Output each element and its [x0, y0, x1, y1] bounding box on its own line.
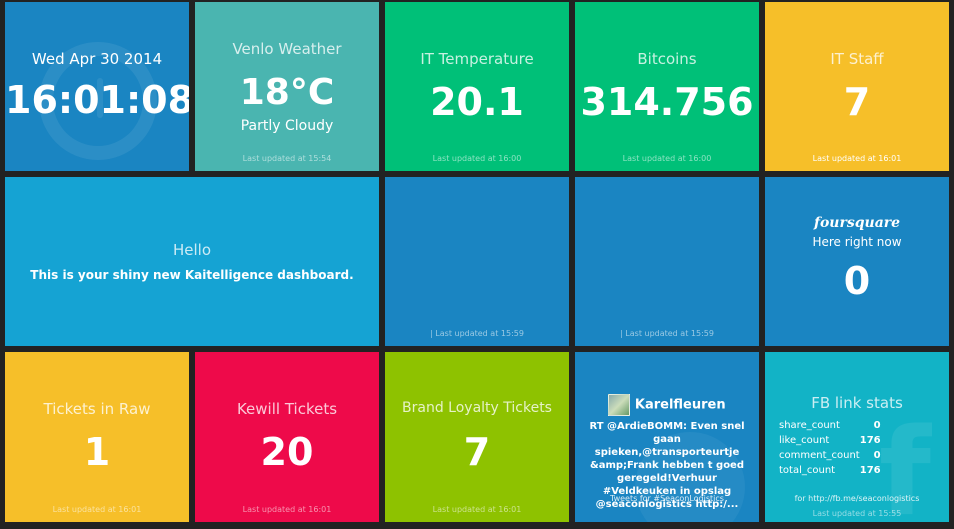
- twitter-footer: Tweets for #SeaconLogistics: [610, 494, 724, 503]
- table-row: comment_count 0: [779, 448, 881, 463]
- foursquare-subtitle: Here right now: [812, 235, 902, 249]
- fb-stat-value: 0: [873, 420, 881, 431]
- brand-loyalty-updated: Last updated at 16:01: [432, 505, 522, 514]
- it-staff-tile: IT Staff 7 Last updated at 16:01: [765, 2, 949, 171]
- table-row: share_count 0: [779, 418, 881, 433]
- foursquare-tile: foursquare Here right now 0: [765, 177, 949, 346]
- bitcoins-title: Bitcoins: [637, 50, 697, 68]
- blank-tile-2: | Last updated at 15:59: [575, 177, 759, 346]
- it-temperature-updated: Last updated at 16:00: [432, 154, 522, 163]
- weather-tile: Venlo Weather 18°C Partly Cloudy Last up…: [195, 2, 379, 171]
- it-temperature-tile: IT Temperature 20.1 Last updated at 16:0…: [385, 2, 569, 171]
- bitcoins-tile: Bitcoins 314.756 Last updated at 16:00: [575, 2, 759, 171]
- brand-loyalty-tile: Brand Loyalty Tickets 7 Last updated at …: [385, 352, 569, 522]
- fb-link-stats-tile: f FB link stats share_count 0 like_count…: [765, 352, 949, 522]
- brand-loyalty-title: Brand Loyalty Tickets: [402, 400, 552, 416]
- table-row: like_count 176: [779, 433, 881, 448]
- bitcoins-value: 314.756: [580, 80, 754, 124]
- bitcoins-updated: Last updated at 16:00: [622, 154, 712, 163]
- brand-loyalty-value: 7: [463, 430, 491, 474]
- fb-stats-table: share_count 0 like_count 176 comment_cou…: [779, 418, 881, 478]
- fb-stat-value: 0: [873, 450, 881, 461]
- tickets-raw-value: 1: [83, 430, 111, 474]
- twitter-tile: Karelfleuren RT @ArdieBOMM: Even snel ga…: [575, 352, 759, 522]
- fb-updated: Last updated at 15:55: [812, 509, 902, 518]
- it-staff-value: 7: [843, 80, 871, 124]
- weather-title: Venlo Weather: [232, 40, 342, 58]
- twitter-header: Karelfleuren: [575, 394, 759, 416]
- tickets-raw-tile: Tickets in Raw 1 Last updated at 16:01: [5, 352, 189, 522]
- fb-footer: for http://fb.me/seaconlogistics: [794, 494, 920, 503]
- clock-time: 16:01:08: [5, 78, 189, 122]
- kewill-tickets-title: Kewill Tickets: [236, 400, 338, 418]
- fb-stat-label: like_count: [779, 435, 830, 446]
- it-staff-title: IT Staff: [830, 50, 884, 68]
- clock-tile: Wed Apr 30 2014 16:01:08: [5, 2, 189, 171]
- tickets-raw-title: Tickets in Raw: [43, 400, 151, 418]
- fb-stat-label: comment_count: [779, 450, 860, 461]
- fb-title: FB link stats: [811, 394, 903, 412]
- weather-temp: 18°C: [239, 72, 335, 113]
- blank-tile-2-updated: | Last updated at 15:59: [620, 329, 714, 338]
- blank-tile-1-updated: | Last updated at 15:59: [430, 329, 524, 338]
- twitter-user: Karelfleuren: [634, 397, 726, 413]
- it-staff-updated: Last updated at 16:01: [812, 154, 902, 163]
- foursquare-value: 0: [843, 259, 871, 303]
- tickets-raw-updated: Last updated at 16:01: [52, 505, 142, 514]
- hello-text: This is your shiny new Kaitelligence das…: [30, 268, 354, 282]
- it-temperature-title: IT Temperature: [420, 50, 534, 68]
- blank-tile-1: | Last updated at 15:59: [385, 177, 569, 346]
- facebook-icon: f: [878, 404, 931, 523]
- clock-date: Wed Apr 30 2014: [31, 50, 163, 68]
- table-row: total_count 176: [779, 463, 881, 478]
- fb-stat-label: total_count: [779, 465, 836, 476]
- it-temperature-value: 20.1: [430, 80, 524, 124]
- hello-title: Hello: [172, 241, 212, 259]
- kewill-tickets-tile: Kewill Tickets 20 Last updated at 16:01: [195, 352, 379, 522]
- kewill-tickets-updated: Last updated at 16:01: [242, 505, 332, 514]
- kewill-tickets-value: 20: [260, 430, 314, 474]
- twitter-avatar: [608, 394, 631, 416]
- fb-stat-value: 176: [859, 435, 881, 446]
- weather-updated: Last updated at 15:54: [242, 154, 332, 163]
- fb-stat-label: share_count: [779, 420, 840, 431]
- weather-condition: Partly Cloudy: [240, 118, 334, 134]
- hello-tile: Hello This is your shiny new Kaitelligen…: [5, 177, 379, 346]
- foursquare-logo: foursquare: [813, 215, 901, 231]
- fb-stat-value: 176: [859, 465, 881, 476]
